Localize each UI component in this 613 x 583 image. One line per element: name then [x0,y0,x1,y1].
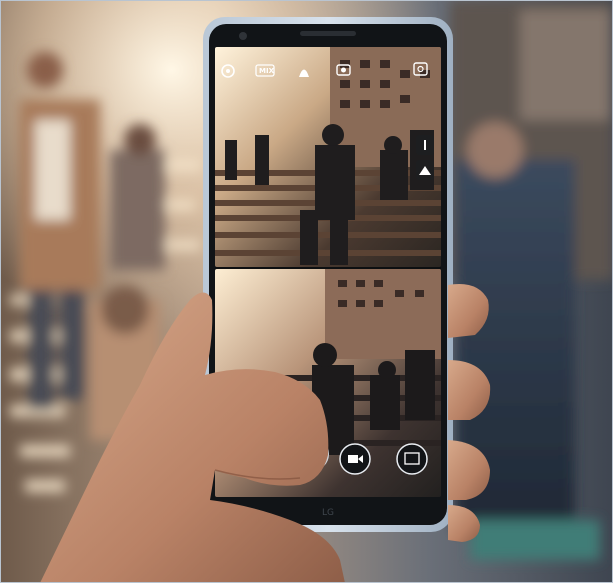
scene-illustration: MIX LG [0,0,613,583]
screen-top-preview [215,47,441,267]
gallery-icon[interactable] [396,443,428,475]
lg-logo: LG [322,508,334,518]
video-record-icon[interactable] [339,443,371,475]
narrow-lens-icon[interactable] [416,135,434,155]
photo-scene: MIX LG [0,0,613,583]
wide-lens-icon[interactable] [416,160,434,180]
mix-mode-label: MIX [259,67,275,75]
mix-mode-icon[interactable]: MIX [255,64,275,77]
earpiece-speaker [300,31,356,36]
